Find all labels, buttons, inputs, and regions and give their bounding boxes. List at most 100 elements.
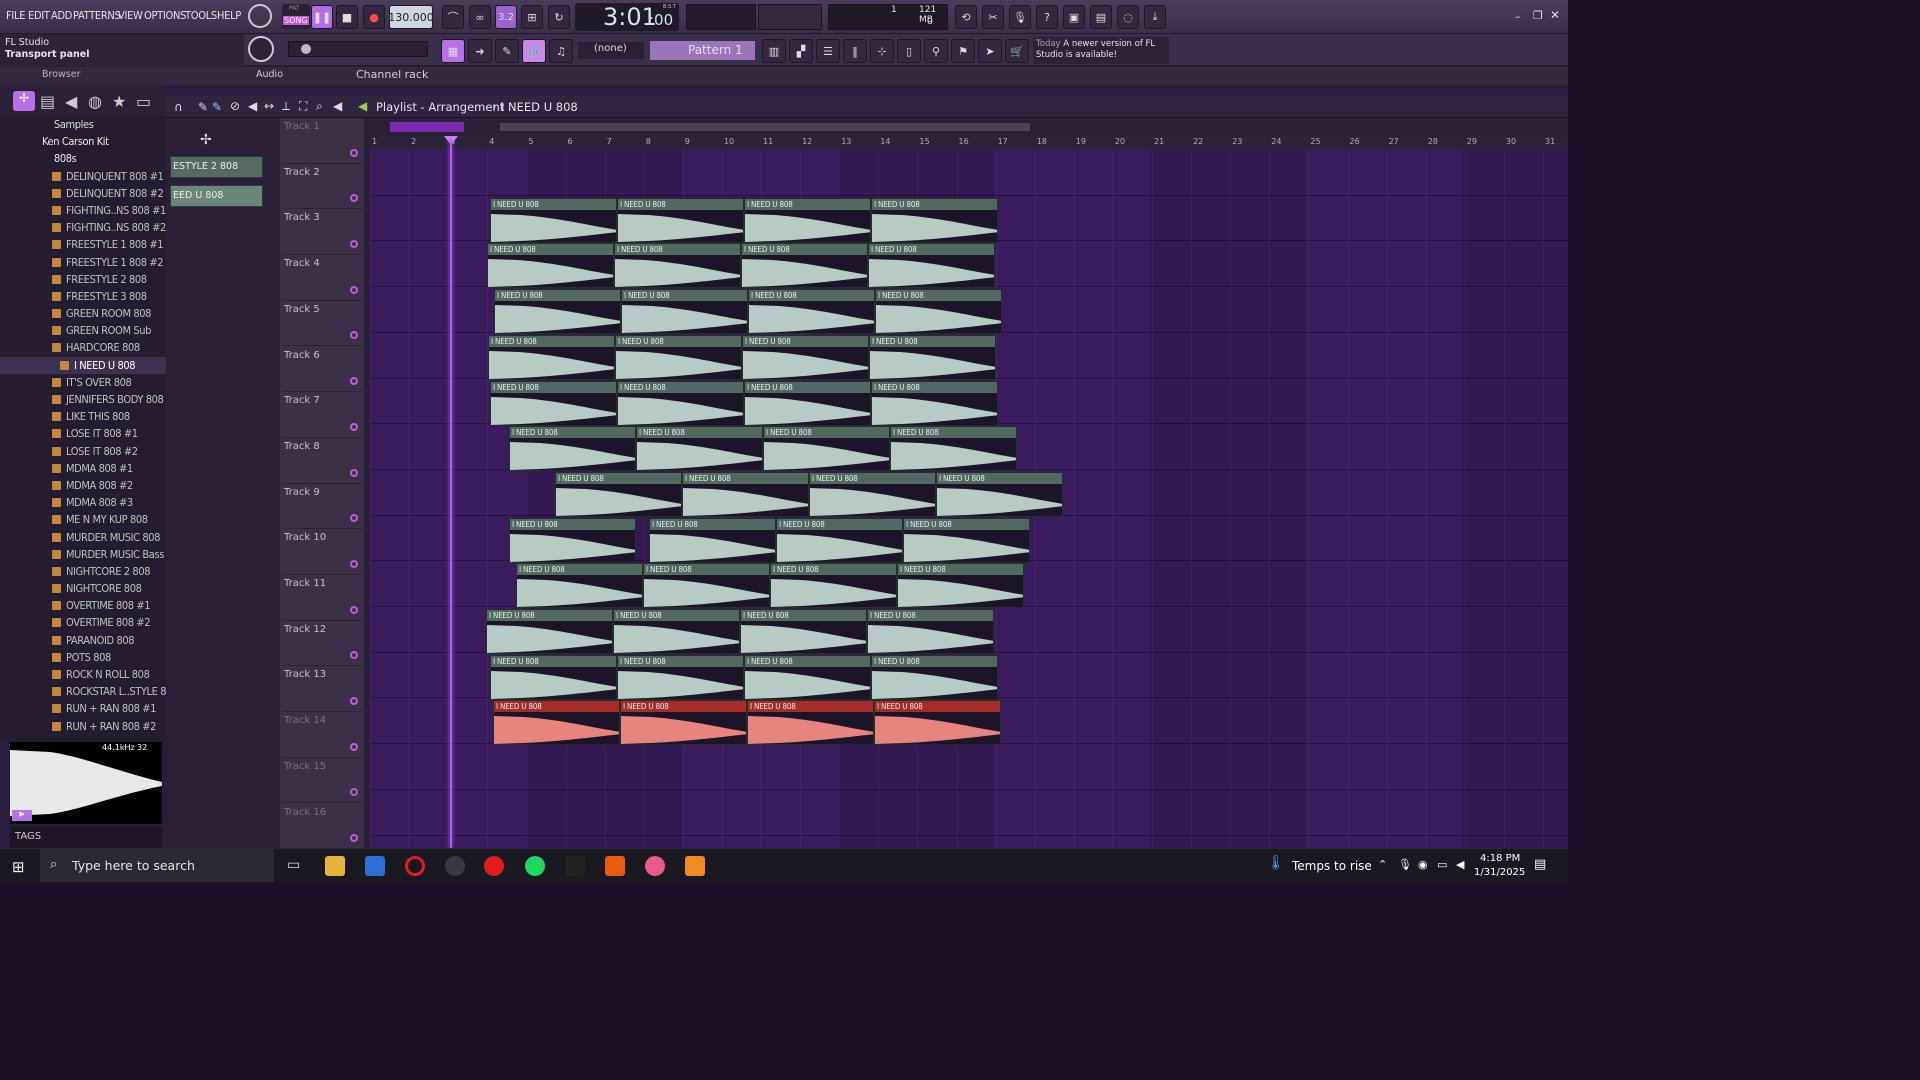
audio-clip[interactable]: I NEED U 808 xyxy=(555,471,682,517)
send-icon[interactable]: ➤ xyxy=(978,39,1002,63)
countdown-icon[interactable]: 3.2 xyxy=(495,5,517,29)
browser-item[interactable]: DELINQUENT 808 #2 xyxy=(0,185,166,202)
browser-item[interactable]: ROCK N ROLL 808 xyxy=(0,666,166,683)
audio-clip[interactable]: I NEED U 808 xyxy=(748,289,875,335)
audio-clip[interactable]: I NEED U 808 xyxy=(682,471,809,517)
track-header[interactable]: Track 5 xyxy=(282,301,362,347)
app-icon[interactable] xyxy=(445,856,465,876)
channel-rack-icon[interactable]: ▥ xyxy=(762,39,786,63)
audio-clip[interactable]: I NEED U 808 xyxy=(617,380,744,426)
browser-item[interactable]: POTS 808 xyxy=(0,649,166,666)
sample-preview[interactable]: 44.1kHz 32 ▶ xyxy=(10,742,162,824)
menu-tools[interactable]: TOOLS xyxy=(185,9,217,22)
audio-clip[interactable]: I NEED U 808 xyxy=(488,334,615,380)
track-mute-icon[interactable] xyxy=(350,285,358,294)
audio-clip[interactable]: I NEED U 808 xyxy=(487,243,614,289)
duty-icon[interactable] xyxy=(565,856,585,876)
channel-icon[interactable]: ♫ xyxy=(549,39,573,63)
audio-clip[interactable]: I NEED U 808 xyxy=(741,243,868,289)
plug-icon[interactable]: ⚲ xyxy=(924,39,948,63)
playlist-grid[interactable]: I NEED U 808 I NEED U 808 I NEED U 808 I NE… xyxy=(370,150,1568,848)
browser-item[interactable]: LOSE IT 808 #2 xyxy=(0,443,166,460)
paint-icon[interactable]: ✎ xyxy=(212,100,222,114)
browser-item[interactable]: FREESTYLE 3 808 xyxy=(0,288,166,305)
audio-clip[interactable]: I NEED U 808 xyxy=(621,289,748,335)
audio-clip[interactable]: I NEED U 808 xyxy=(614,243,741,289)
mic-icon[interactable]: 🎙 xyxy=(1009,5,1031,29)
track-header[interactable]: Track 12 xyxy=(282,621,362,667)
audio-clip[interactable]: I NEED U 808 xyxy=(490,654,617,700)
audio-clip[interactable]: I NEED U 808 xyxy=(869,334,996,380)
audio-clip[interactable]: I NEED U 808 xyxy=(763,426,890,472)
taskbar-search[interactable]: ⌕ Type here to search xyxy=(40,849,274,882)
audio-clip[interactable]: I NEED U 808 xyxy=(615,334,742,380)
audio-clip[interactable]: I NEED U 808 xyxy=(903,517,1030,563)
audio-clip[interactable]: I NEED U 808 xyxy=(490,197,617,243)
edit-tool-icon[interactable]: ✎ xyxy=(495,39,519,63)
delete-icon[interactable]: ⊘ xyxy=(230,99,240,113)
audio-clip[interactable]: I NEED U 808 xyxy=(509,517,636,563)
track-mute-icon[interactable] xyxy=(350,697,358,706)
tags-bar[interactable]: TAGS xyxy=(10,826,162,848)
audio-clip[interactable]: I NEED U 808 xyxy=(744,380,871,426)
audio-clip[interactable]: I NEED U 808 xyxy=(744,197,871,243)
tempo-display[interactable]: 130.000 xyxy=(388,5,434,29)
playback-icon[interactable]: ◀ xyxy=(333,99,342,113)
globe-icon[interactable]: ◍ xyxy=(88,92,102,111)
audio-clip[interactable]: I NEED U 808 xyxy=(620,700,747,746)
track-header[interactable]: Track 9 xyxy=(282,484,362,530)
store-icon[interactable] xyxy=(365,856,385,876)
audio-clip[interactable]: I NEED U 808 xyxy=(490,380,617,426)
track-header[interactable]: Track 4 xyxy=(282,255,362,301)
clock-time[interactable]: 4:18 PM xyxy=(1480,853,1520,864)
browser-item[interactable]: NIGHTCORE 2 808 xyxy=(0,563,166,580)
tray-chevron-icon[interactable]: ⌃ xyxy=(1378,858,1387,871)
song-overview[interactable]: + xyxy=(280,118,1568,136)
minimize-icon[interactable]: – xyxy=(1515,10,1521,23)
track-header[interactable]: Track 8 xyxy=(282,438,362,484)
youtube-icon[interactable] xyxy=(484,856,504,876)
restore-icon[interactable]: ❐ xyxy=(1533,9,1543,22)
track-mute-icon[interactable] xyxy=(350,514,358,523)
track-header[interactable]: Track 15 xyxy=(282,758,362,804)
browser-item[interactable]: DELINQUENT 808 #1 xyxy=(0,168,166,185)
audio-clip[interactable]: I NEED U 808 xyxy=(744,654,871,700)
render-icon[interactable]: ▤ xyxy=(1090,5,1112,29)
audio-clip[interactable]: I NEED U 808 xyxy=(643,563,770,609)
opera-icon[interactable] xyxy=(405,856,425,876)
samples-node[interactable]: Samples xyxy=(0,116,166,133)
browser-item[interactable]: OVERTIME 808 #2 xyxy=(0,614,166,631)
audio-clip[interactable]: I NEED U 808 xyxy=(494,289,621,335)
magnet-icon[interactable]: ∩ xyxy=(174,100,183,114)
track-mute-icon[interactable] xyxy=(350,834,358,843)
browser-icon[interactable]: ☰ xyxy=(816,39,840,63)
track-mute-icon[interactable] xyxy=(350,559,358,568)
track-header[interactable]: Track 14 xyxy=(282,712,362,758)
track-header[interactable]: Track 6 xyxy=(282,347,362,393)
track-mute-icon[interactable] xyxy=(350,651,358,660)
browser-item[interactable]: PARANOID 808 xyxy=(0,632,166,649)
artist-folder[interactable]: Ken Carson Kit xyxy=(0,133,166,150)
snap-select[interactable]: (none) xyxy=(578,42,644,59)
track-header[interactable]: Track 3 xyxy=(282,209,362,256)
step-edit-icon[interactable]: ⊞ xyxy=(521,5,543,29)
track-mute-icon[interactable] xyxy=(350,742,358,751)
track-mute-icon[interactable] xyxy=(350,422,358,431)
record-button[interactable]: ● xyxy=(363,5,385,29)
plugin-icon[interactable]: ⊹ xyxy=(870,39,894,63)
audio-clip[interactable]: I NEED U 808 xyxy=(890,426,1017,472)
channel-2[interactable]: EED U 808 xyxy=(170,185,263,207)
osu-icon[interactable] xyxy=(645,856,665,876)
browser-item[interactable]: FIGHTING..NS 808 #2 xyxy=(0,219,166,236)
track-header[interactable]: Track 7 xyxy=(282,392,362,438)
audio-clip[interactable]: I NEED U 808 xyxy=(875,289,1002,335)
download-icon[interactable]: ⤓ xyxy=(1144,5,1166,29)
browser-item[interactable]: MDMA 808 #3 xyxy=(0,494,166,511)
piano-icon[interactable]: ▞ xyxy=(789,39,813,63)
audio-clip[interactable]: I NEED U 808 xyxy=(809,471,936,517)
slice-icon[interactable]: ⟂ xyxy=(282,99,290,114)
audio-clip[interactable]: I NEED U 808 xyxy=(776,517,903,563)
audio-clip[interactable]: I NEED U 808 xyxy=(871,380,998,426)
pattern-select[interactable]: Pattern 1 xyxy=(650,41,755,60)
audio-clip[interactable]: I NEED U 808 xyxy=(493,700,620,746)
